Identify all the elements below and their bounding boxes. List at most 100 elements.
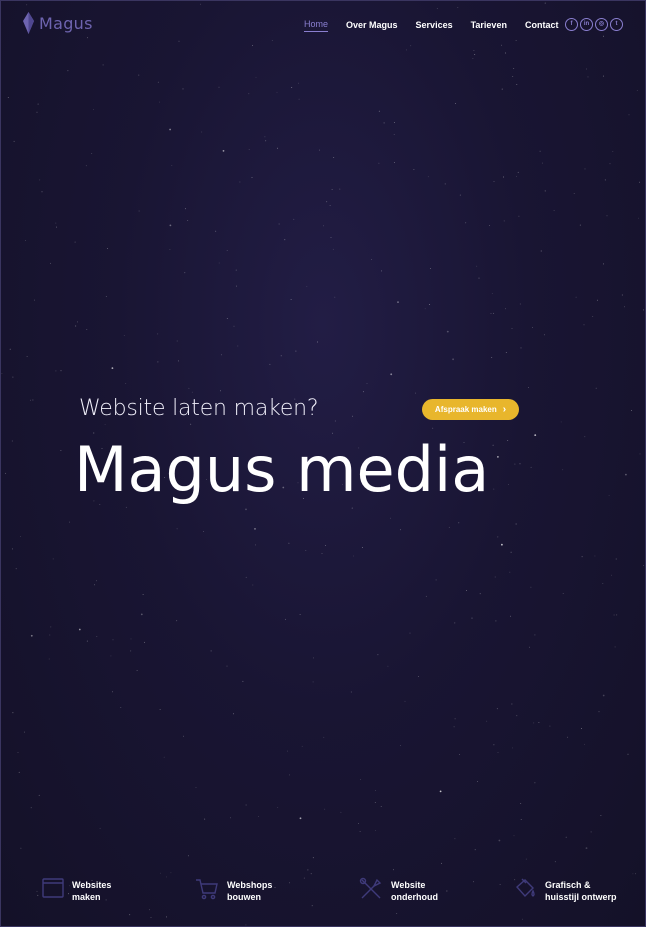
star: [479, 593, 481, 595]
star: [242, 680, 244, 682]
star: [18, 771, 20, 773]
star: [226, 318, 228, 319]
star: [603, 35, 604, 37]
service-websites[interactable]: Websites maken: [42, 877, 111, 903]
star: [417, 676, 419, 678]
star: [383, 122, 385, 124]
star: [157, 81, 159, 83]
star: [628, 114, 630, 116]
star: [288, 542, 290, 544]
star: [614, 646, 616, 648]
star: [448, 526, 450, 528]
star: [489, 225, 491, 227]
nav-item-services[interactable]: Services: [416, 20, 453, 32]
star: [130, 650, 132, 652]
star: [642, 309, 644, 311]
star: [9, 348, 11, 350]
star: [182, 88, 184, 90]
star: [549, 725, 551, 727]
star: [303, 877, 305, 879]
star: [539, 150, 541, 152]
service-grafisch[interactable]: Grafisch & huisstijl ontwerp: [513, 877, 617, 903]
star: [278, 223, 280, 225]
service-webshops[interactable]: Webshops bouwen: [195, 877, 272, 903]
star: [590, 831, 592, 833]
star: [150, 917, 152, 919]
star: [36, 890, 38, 892]
facebook-icon[interactable]: f: [565, 18, 578, 31]
star: [233, 325, 235, 327]
twitter-icon[interactable]: t: [610, 18, 623, 31]
star: [393, 161, 395, 163]
star: [493, 744, 495, 746]
star: [306, 286, 308, 288]
service-onderhoud[interactable]: Website onderhoud: [359, 877, 438, 903]
service-grafisch-line2: huisstijl ontwerp: [545, 892, 617, 902]
star: [474, 849, 476, 851]
star: [299, 817, 302, 820]
star: [528, 387, 530, 388]
star: [187, 220, 189, 222]
star: [60, 450, 62, 452]
star: [491, 356, 493, 358]
star: [222, 150, 225, 152]
star: [387, 665, 389, 667]
star: [276, 91, 278, 93]
star: [269, 363, 271, 365]
star: [144, 641, 146, 643]
nav-item-home[interactable]: Home: [304, 19, 329, 32]
star: [326, 201, 328, 203]
star: [74, 241, 76, 243]
service-webshops-line2: bouwen: [227, 892, 261, 902]
star: [477, 781, 479, 783]
star: [93, 108, 94, 110]
star: [163, 756, 165, 758]
star: [313, 657, 315, 659]
star: [501, 543, 503, 546]
star: [210, 650, 212, 652]
star: [1, 373, 3, 375]
star: [130, 638, 132, 640]
star: [38, 794, 40, 796]
appointment-button[interactable]: Afspraak maken ›: [422, 399, 519, 420]
star: [405, 49, 407, 51]
star: [453, 726, 455, 728]
star: [170, 872, 172, 874]
star: [396, 913, 398, 914]
star: [312, 681, 314, 683]
star: [17, 751, 19, 753]
star: [562, 469, 564, 471]
instagram-icon[interactable]: ◎: [595, 18, 608, 31]
main-nav: Home Over Magus Services Tarieven Contac…: [304, 19, 574, 32]
linkedin-icon[interactable]: in: [580, 18, 593, 31]
star: [497, 456, 499, 458]
star: [295, 350, 297, 352]
star: [251, 176, 253, 178]
brand-logo[interactable]: Magus: [23, 12, 93, 34]
star: [340, 811, 342, 813]
star: [611, 574, 613, 576]
star: [291, 87, 293, 89]
star: [310, 873, 312, 875]
star: [493, 312, 495, 314]
page: Magus Home Over Magus Services Tarieven …: [0, 0, 646, 927]
star: [515, 40, 517, 41]
star: [465, 222, 467, 224]
star: [176, 620, 178, 622]
star: [99, 827, 101, 829]
star: [52, 558, 54, 560]
star: [289, 774, 290, 776]
star: [350, 691, 352, 693]
star: [584, 168, 586, 170]
star: [305, 549, 307, 551]
star: [293, 218, 295, 220]
nav-item-tarieven[interactable]: Tarieven: [471, 20, 507, 32]
star: [56, 226, 58, 228]
star: [140, 613, 143, 616]
star: [136, 670, 138, 672]
nav-item-over-magus[interactable]: Over Magus: [346, 20, 398, 32]
star: [160, 872, 162, 874]
nav-item-contact[interactable]: Contact: [525, 20, 559, 32]
star: [511, 327, 513, 329]
star: [23, 731, 25, 733]
